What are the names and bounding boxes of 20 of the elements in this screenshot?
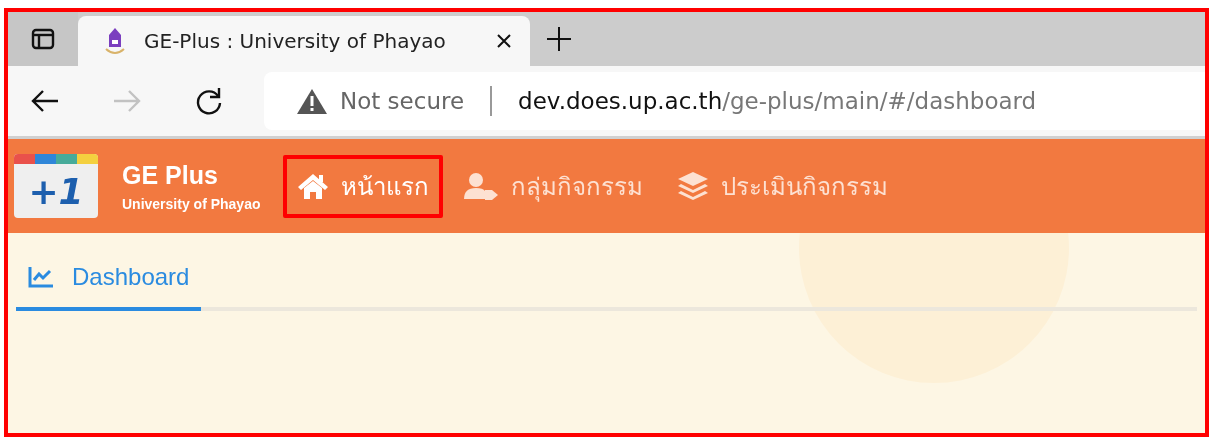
layers-icon — [676, 171, 709, 201]
address-field[interactable]: Not secure dev.does.up.ac.th/ge-plus/main/#/dashboard — [264, 72, 1205, 130]
user-tag-icon — [462, 172, 499, 200]
dashboard-tab[interactable]: Dashboard — [16, 253, 202, 311]
sidebar-toggle-icon[interactable] — [8, 12, 78, 66]
browser-tab[interactable]: GE-Plus : University of Phayao — [78, 16, 530, 66]
home-icon — [296, 172, 329, 200]
line-chart-icon — [28, 266, 54, 288]
app-subtitle: University of Phayao — [122, 195, 261, 212]
university-emblem-icon — [104, 27, 126, 55]
url-text: dev.does.up.ac.th/ge-plus/main/#/dashboard — [518, 88, 1037, 114]
warning-icon — [296, 87, 328, 115]
logo: +1 — [14, 154, 98, 218]
nav-link[interactable]: ประเมินกิจกรรม — [662, 154, 902, 218]
app-title: GE Plus — [122, 160, 219, 190]
tab-title: GE-Plus : University of Phayao — [144, 29, 447, 53]
security-label: Not secure — [340, 88, 465, 114]
new-tab-icon[interactable] — [544, 24, 574, 54]
nav-link[interactable]: หน้าแรก — [282, 154, 443, 218]
nav-link[interactable]: กลุ่มกิจกรรม — [448, 154, 657, 218]
